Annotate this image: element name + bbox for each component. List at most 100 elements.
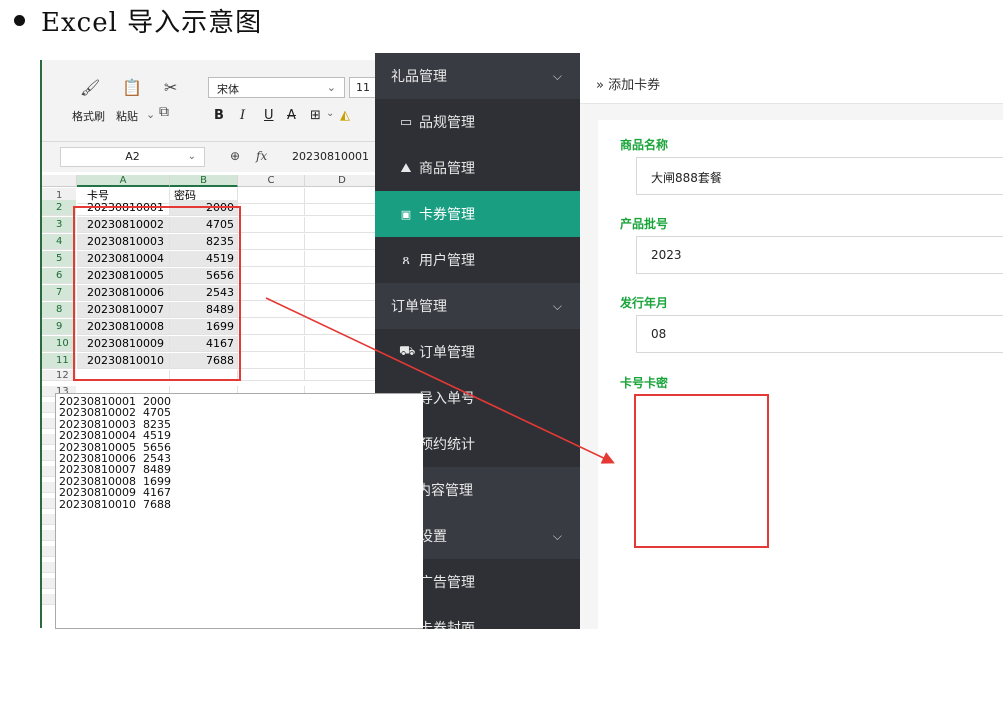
row-number[interactable]: 2 bbox=[42, 200, 76, 216]
row-number[interactable]: 8 bbox=[42, 302, 76, 318]
select-all-corner[interactable] bbox=[42, 175, 77, 187]
cell[interactable]: 2543 bbox=[170, 285, 238, 301]
cell[interactable] bbox=[238, 302, 305, 318]
row-number[interactable]: 11 bbox=[42, 353, 76, 369]
card-codes-label: 卡号卡密 bbox=[620, 376, 669, 390]
formula-input[interactable]: 20230810001 bbox=[292, 150, 369, 163]
form-area: 商品名称 大闸888套餐 产品批号 2023 发行年月 08 卡号卡密 bbox=[580, 104, 1003, 629]
cell[interactable]: 20230810001 bbox=[77, 200, 170, 216]
cell[interactable] bbox=[238, 370, 305, 381]
format-painter-icon[interactable]: 🖌 bbox=[80, 78, 100, 97]
cell[interactable]: 2000 bbox=[170, 200, 238, 216]
cell[interactable] bbox=[305, 285, 378, 301]
cell[interactable] bbox=[238, 353, 305, 369]
cell[interactable]: 20230810004 bbox=[77, 251, 170, 267]
column-header-d[interactable]: D bbox=[305, 175, 378, 187]
fx-icon[interactable]: fx bbox=[256, 149, 267, 163]
cell[interactable] bbox=[305, 217, 378, 233]
row-number[interactable]: 6 bbox=[42, 268, 76, 284]
sidebar-item-label: 商品管理 bbox=[419, 161, 475, 177]
paste-chevron-icon[interactable]: ⌄ bbox=[146, 108, 155, 121]
cell[interactable]: 20230810003 bbox=[77, 234, 170, 250]
sidebar-item-card-management[interactable]: ▣ 卡券管理 bbox=[375, 191, 580, 237]
cell[interactable] bbox=[305, 251, 378, 267]
row-number[interactable]: 5 bbox=[42, 251, 76, 267]
cell[interactable] bbox=[305, 200, 378, 216]
sidebar-item-spec-management[interactable]: ▭ 品规管理 bbox=[375, 99, 580, 145]
cell[interactable]: 7688 bbox=[170, 353, 238, 369]
bold-button[interactable]: B bbox=[214, 108, 224, 123]
copy-icon[interactable]: ⧉ bbox=[159, 104, 169, 120]
cell[interactable] bbox=[238, 234, 305, 250]
doc-heading-text: Excel 导入示意图 bbox=[41, 7, 263, 38]
issue-month-input[interactable]: 08 bbox=[636, 315, 1003, 353]
sidebar-item-user-management[interactable]: ጸ 用户管理 bbox=[375, 237, 580, 283]
row-number[interactable]: 4 bbox=[42, 234, 76, 250]
cell[interactable] bbox=[238, 251, 305, 267]
name-box[interactable]: A2 ⌄ bbox=[60, 147, 205, 167]
cell[interactable]: 20230810006 bbox=[77, 285, 170, 301]
border-icon[interactable]: ⊞ bbox=[310, 108, 321, 123]
cell[interactable] bbox=[305, 370, 378, 381]
cell[interactable]: 20230810007 bbox=[77, 302, 170, 318]
underline-button[interactable]: U bbox=[264, 108, 274, 123]
cell[interactable] bbox=[305, 336, 378, 352]
cell[interactable]: 4705 bbox=[170, 217, 238, 233]
cell[interactable]: 1699 bbox=[170, 319, 238, 335]
paste-label[interactable]: 粘贴 bbox=[116, 108, 138, 124]
excel-ribbon: 🖌 📋 ✂ 格式刷 粘贴 ⌄ ⧉ 宋体 ⌄ 11 B I U A ⊞ ⌄ ◭ bbox=[42, 60, 378, 142]
breadcrumb: » 添加卡券 bbox=[596, 78, 661, 93]
cell[interactable] bbox=[238, 200, 305, 216]
strikethrough-button[interactable]: A bbox=[287, 108, 296, 123]
cell[interactable] bbox=[305, 319, 378, 335]
font-name-select[interactable]: 宋体 ⌄ bbox=[208, 77, 345, 98]
cell[interactable]: 20230810008 bbox=[77, 319, 170, 335]
batch-number-input[interactable]: 2023 bbox=[636, 236, 1003, 274]
cell[interactable] bbox=[238, 268, 305, 284]
cell[interactable]: 4519 bbox=[170, 251, 238, 267]
card-codes-textarea[interactable]: 20230810001 2000 20230810002 4705 202308… bbox=[55, 393, 423, 629]
cell[interactable]: 8235 bbox=[170, 234, 238, 250]
cell[interactable] bbox=[305, 268, 378, 284]
zoom-icon[interactable]: ⊕ bbox=[230, 149, 240, 163]
cell[interactable] bbox=[170, 370, 238, 381]
font-size-select[interactable]: 11 bbox=[349, 77, 378, 98]
italic-button[interactable]: I bbox=[240, 108, 245, 123]
cell[interactable]: 8489 bbox=[170, 302, 238, 318]
column-header-b[interactable]: B bbox=[170, 175, 238, 187]
row-number[interactable]: 3 bbox=[42, 217, 76, 233]
row-number[interactable]: 12 bbox=[42, 370, 76, 381]
cell[interactable] bbox=[238, 336, 305, 352]
cell[interactable] bbox=[238, 319, 305, 335]
cell[interactable]: 4167 bbox=[170, 336, 238, 352]
cell[interactable] bbox=[77, 370, 170, 381]
monitor-icon: ▭ bbox=[399, 114, 413, 130]
column-header-c[interactable]: C bbox=[238, 175, 305, 187]
paste-icon[interactable]: 📋 bbox=[122, 78, 142, 97]
border-chevron-icon[interactable]: ⌄ bbox=[326, 108, 334, 119]
bank-icon: ⛰ bbox=[400, 160, 412, 176]
cell[interactable]: 20230810002 bbox=[77, 217, 170, 233]
cell[interactable]: 20230810005 bbox=[77, 268, 170, 284]
cut-icon[interactable]: ✂ bbox=[164, 78, 177, 97]
row-number[interactable]: 9 bbox=[42, 319, 76, 335]
product-name-input[interactable]: 大闸888套餐 bbox=[636, 157, 1003, 195]
cell[interactable] bbox=[238, 217, 305, 233]
cell[interactable]: 20230810010 bbox=[77, 353, 170, 369]
cell[interactable] bbox=[305, 302, 378, 318]
sidebar-group-gift-management[interactable]: 礼品管理 ⌵ bbox=[375, 53, 580, 99]
format-painter-label[interactable]: 格式刷 bbox=[72, 108, 105, 124]
sidebar-item-orders[interactable]: ⛟ 订单管理 bbox=[375, 329, 580, 375]
fill-color-icon[interactable]: ◭ bbox=[340, 108, 350, 123]
cell[interactable]: 5656 bbox=[170, 268, 238, 284]
cell[interactable] bbox=[238, 285, 305, 301]
column-header-a[interactable]: A bbox=[77, 175, 170, 187]
sidebar-item-label: 内容管理 bbox=[417, 483, 473, 499]
row-number[interactable]: 10 bbox=[42, 336, 76, 352]
sidebar-group-order-management[interactable]: 订单管理 ⌵ bbox=[375, 283, 580, 329]
cell[interactable] bbox=[305, 353, 378, 369]
row-number[interactable]: 7 bbox=[42, 285, 76, 301]
cell[interactable]: 20230810009 bbox=[77, 336, 170, 352]
sidebar-item-product-management[interactable]: ⛰ 商品管理 bbox=[375, 145, 580, 191]
cell[interactable] bbox=[305, 234, 378, 250]
